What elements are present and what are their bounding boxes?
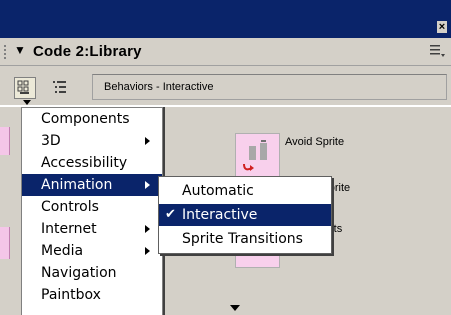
triangle-down-icon[interactable]: ▼ xyxy=(14,43,26,57)
menu-item-3d[interactable]: 3D xyxy=(22,130,162,152)
menu-item-label: Accessibility xyxy=(41,155,128,171)
category-field[interactable]: Behaviors - Interactive xyxy=(92,74,447,100)
thumbnail-edge[interactable] xyxy=(0,227,10,259)
menu-item-media[interactable]: Media xyxy=(22,240,162,262)
submenu-item-sprite-transitions[interactable]: Sprite Transitions xyxy=(159,228,331,250)
submenu-item-interactive[interactable]: ✔ Interactive xyxy=(159,204,331,226)
grip-handle-icon[interactable] xyxy=(4,45,8,59)
menu-item-label: Paintbox xyxy=(41,287,101,303)
menu-item-label: Interactive xyxy=(182,207,258,223)
menu-item-label: Automatic xyxy=(182,183,254,199)
menu-item-label: 3D xyxy=(41,133,61,149)
tree-view-icon xyxy=(53,81,66,93)
menu-item-label: Navigation xyxy=(41,265,117,281)
tree-view-button[interactable] xyxy=(50,77,72,99)
library-toolbar: Behaviors - Interactive xyxy=(0,66,451,106)
menu-item-label: Components xyxy=(41,111,130,127)
panel-title: Code 2:Library xyxy=(33,43,142,60)
behavior-icon xyxy=(243,140,267,171)
menu-item-navigation[interactable]: Navigation xyxy=(22,262,162,284)
submenu-arrow-icon xyxy=(145,225,150,233)
menu-item-paintbox[interactable]: Paintbox xyxy=(22,284,162,306)
behavior-thumbnail[interactable] xyxy=(235,133,280,178)
dropdown-arrow-icon xyxy=(23,100,31,105)
menu-item-animation[interactable]: Animation xyxy=(22,174,162,196)
submenu-arrow-icon xyxy=(145,137,150,145)
panel-header[interactable]: ▼ Code 2:Library xyxy=(0,38,451,66)
menu-item-internet[interactable]: Internet xyxy=(22,218,162,240)
behavior-thumbnail[interactable] xyxy=(235,254,280,268)
menu-item-accessibility[interactable]: Accessibility xyxy=(22,152,162,174)
category-label: Behaviors - Interactive xyxy=(104,81,214,93)
window-title-bar: × xyxy=(0,0,451,38)
library-grid-button[interactable] xyxy=(14,77,36,105)
thumbnail-edge[interactable] xyxy=(0,127,10,155)
menu-item-label: Animation xyxy=(41,177,113,193)
scroll-down-arrow-icon[interactable] xyxy=(230,305,240,311)
menu-item-label: Controls xyxy=(41,199,99,215)
panel-options-icon[interactable] xyxy=(429,42,445,58)
menu-item-label: Internet xyxy=(41,221,97,237)
submenu-item-automatic[interactable]: Automatic xyxy=(159,180,331,202)
submenu-arrow-icon xyxy=(145,247,150,255)
library-grid-icon xyxy=(17,80,29,94)
checkmark-icon: ✔ xyxy=(165,207,176,222)
menu-item-components[interactable]: Components xyxy=(22,108,162,130)
animation-submenu: Automatic ✔ Interactive Sprite Transitio… xyxy=(158,176,332,254)
menu-item-controls[interactable]: Controls xyxy=(22,196,162,218)
close-icon[interactable]: × xyxy=(437,21,447,33)
submenu-arrow-icon xyxy=(145,181,150,189)
behavior-label: Avoid Sprite xyxy=(285,136,345,148)
library-context-menu: Components 3D Accessibility Animation Co… xyxy=(21,107,163,315)
menu-item-label: Sprite Transitions xyxy=(182,231,303,247)
menu-item-label: Media xyxy=(41,243,84,259)
